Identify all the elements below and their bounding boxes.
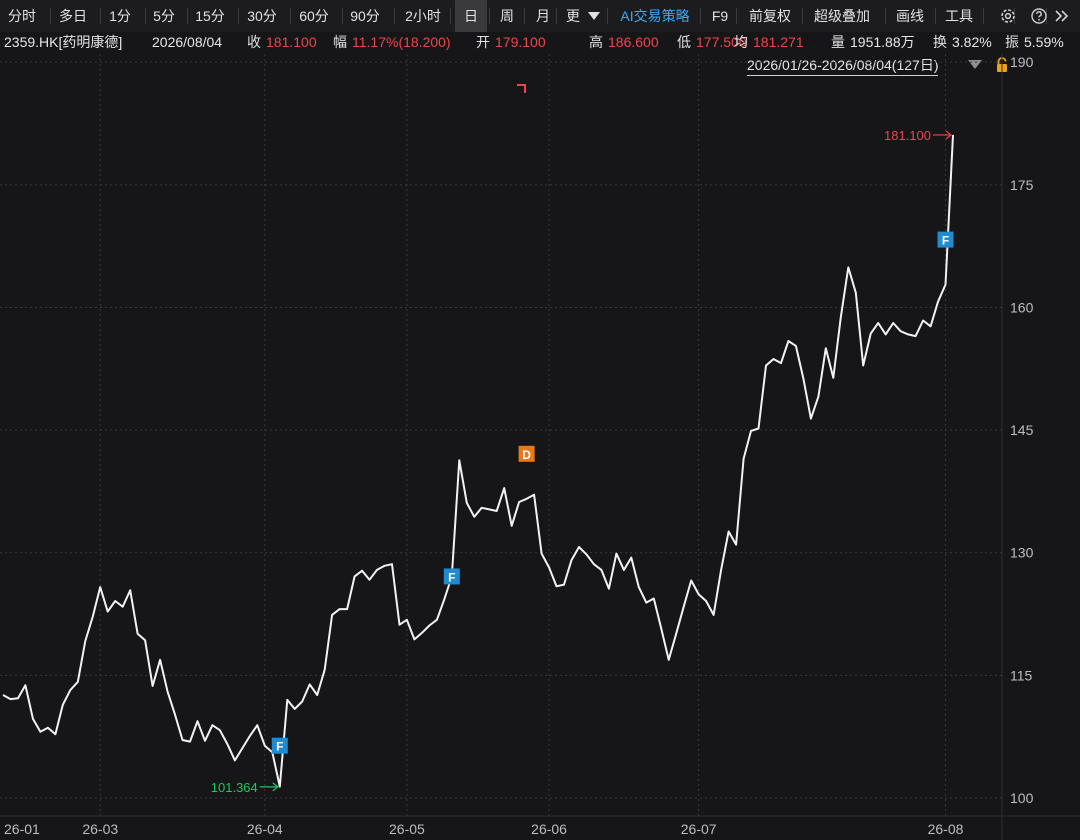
- swing-value: 5.59%: [1024, 34, 1064, 50]
- period-tab-18[interactable]: 工具: [940, 0, 978, 32]
- close-value: 181.100: [266, 34, 317, 50]
- x-tick-label: 26-05: [389, 821, 425, 837]
- help-icon[interactable]: [1030, 7, 1048, 25]
- quote-date: 2026/08/04: [152, 34, 223, 50]
- period-tab-1[interactable]: 多日: [54, 0, 92, 32]
- period-tab-11[interactable]: 月: [529, 0, 557, 32]
- high-label: 高: [589, 34, 603, 50]
- toolbar-divider: [450, 8, 451, 24]
- x-tick-label: 26-06: [531, 821, 567, 837]
- period-tab-7[interactable]: 90分: [346, 0, 384, 32]
- period-tab-16[interactable]: 超级叠加: [807, 0, 877, 32]
- turnover-value: 3.82%: [952, 34, 992, 50]
- toolbar-divider: [556, 8, 557, 24]
- period-tab-10[interactable]: 周: [493, 0, 521, 32]
- annotations: 181.100 101.364: [211, 84, 952, 795]
- marker-f: F: [443, 568, 460, 585]
- y-tick-label: 160: [1010, 299, 1034, 315]
- period-tab-12[interactable]: 更: [561, 0, 585, 32]
- y-tick-label: 175: [1010, 177, 1034, 193]
- period-tab-13[interactable]: AI交易策略: [612, 0, 698, 32]
- price-series: [2, 134, 954, 788]
- open-value: 179.100: [495, 34, 546, 50]
- x-tick-label: 26-04: [247, 821, 283, 837]
- x-tick-label: 26-01: [4, 821, 40, 837]
- period-tab-3[interactable]: 5分: [148, 0, 180, 32]
- toolbar-divider: [524, 8, 525, 24]
- low-label: 低: [677, 34, 691, 50]
- toolbar-divider: [885, 8, 886, 24]
- x-tick-label: 26-07: [681, 821, 717, 837]
- y-axis: 100 115 130 145 160 175 190: [1010, 54, 1034, 806]
- y-tick-label: 190: [1010, 54, 1034, 70]
- min-price-arrow: [259, 782, 279, 792]
- price-chart[interactable]: 100115130145160175190 26-01 26-03 26-04 26-…: [0, 54, 1080, 840]
- y-tick-label: 145: [1010, 422, 1034, 438]
- more-dropdown-icon[interactable]: [588, 12, 600, 20]
- toolbar-divider: [238, 8, 239, 24]
- toolbar-divider: [342, 8, 343, 24]
- y-tick-label: 130: [1010, 545, 1034, 561]
- settings-icon[interactable]: [999, 7, 1017, 25]
- toolbar-divider: [736, 8, 737, 24]
- marker-f: F: [937, 231, 954, 248]
- toolbar-divider: [290, 8, 291, 24]
- marker-label: F: [276, 740, 283, 754]
- marker-f: F: [271, 737, 288, 754]
- toolbar-divider: [50, 8, 51, 24]
- marker-label: D: [522, 448, 531, 462]
- close-label: 收: [247, 34, 261, 50]
- amplitude-label: 幅: [333, 34, 347, 50]
- y-tick-label: 115: [1010, 667, 1033, 683]
- expand-icon[interactable]: [1053, 7, 1071, 25]
- toolbar-divider: [489, 8, 490, 24]
- period-tab-9[interactable]: 日: [455, 0, 487, 32]
- open-label: 开: [476, 34, 490, 50]
- quote-bar: 2359.HK[药明康德] 2026/08/04 收 181.100 幅 11.…: [0, 32, 1080, 54]
- x-tick-label: 26-03: [82, 821, 118, 837]
- avg-label: 均: [734, 34, 748, 50]
- marker-d: D: [518, 445, 535, 462]
- marker-label: F: [942, 234, 949, 248]
- toolbar-divider: [935, 8, 936, 24]
- period-tab-17[interactable]: 画线: [890, 0, 930, 32]
- toolbar-divider: [187, 8, 188, 24]
- toolbar-divider: [802, 8, 803, 24]
- toolbar-divider: [100, 8, 101, 24]
- stock-symbol: 2359.HK[药明康德]: [4, 34, 123, 50]
- period-tab-6[interactable]: 60分: [295, 0, 333, 32]
- period-toolbar: 分时 多日 1分 5分 15分 30分 60分 90分 2小时日周月更 AI交易策略 F9 前复权 超级…: [0, 0, 1080, 33]
- corner-marker: [517, 84, 526, 93]
- volume-label: 量: [831, 34, 845, 50]
- toolbar-divider: [145, 8, 146, 24]
- period-tab-14[interactable]: F9: [705, 0, 735, 32]
- swing-label: 振: [1005, 34, 1019, 50]
- grid: [0, 54, 1080, 840]
- marker-label: F: [448, 570, 455, 584]
- period-tab-2[interactable]: 1分: [104, 0, 136, 32]
- turnover-label: 换: [933, 34, 947, 50]
- toolbar-divider: [983, 8, 984, 24]
- y-tick-label: 100: [1010, 790, 1034, 806]
- toolbar-divider: [607, 8, 608, 24]
- period-tab-15[interactable]: 前复权: [742, 0, 798, 32]
- period-tab-5[interactable]: 30分: [243, 0, 281, 32]
- volume-value: 1951.88万: [850, 34, 915, 50]
- min-price-label: 101.364: [211, 780, 258, 795]
- toolbar-divider: [394, 8, 395, 24]
- x-axis: 26-01 26-03 26-04 26-05 26-06 26-07 26-08: [4, 821, 964, 837]
- last-price-label: 181.100: [884, 128, 931, 143]
- period-tab-0[interactable]: 分时: [3, 0, 41, 32]
- period-tab-4[interactable]: 15分: [191, 0, 229, 32]
- amplitude-value: 11.17%(18.200): [352, 34, 451, 50]
- avg-value: 181.271: [753, 34, 804, 50]
- x-tick-label: 26-08: [928, 821, 964, 837]
- last-price-arrow: [933, 130, 952, 140]
- high-value: 186.600: [608, 34, 659, 50]
- period-tab-8[interactable]: 2小时: [399, 0, 447, 32]
- price-line: [2, 134, 954, 788]
- toolbar-divider: [700, 8, 701, 24]
